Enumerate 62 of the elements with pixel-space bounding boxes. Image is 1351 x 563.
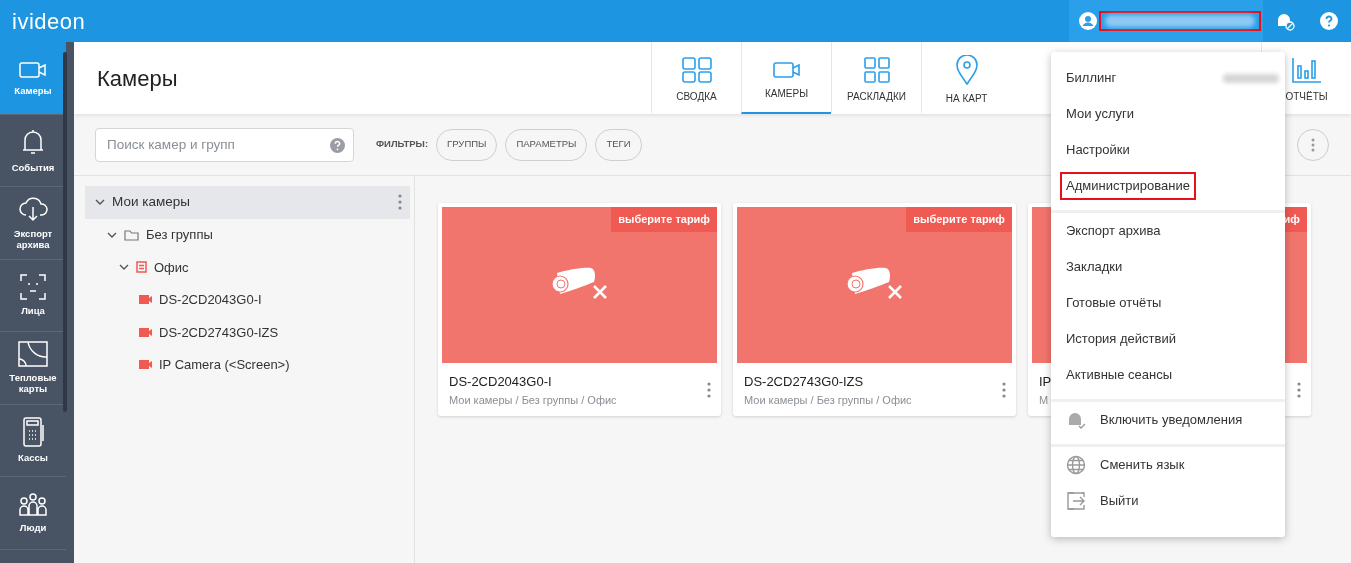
kebab-icon — [1002, 382, 1006, 398]
menu-item[interactable]: Включить уведомления — [1051, 402, 1285, 438]
chevron-down-icon[interactable] — [95, 199, 105, 206]
bar-chart-icon — [1291, 56, 1322, 83]
sidebar-item[interactable]: Кассы — [0, 404, 66, 477]
menu-item[interactable]: Закладки — [1051, 249, 1285, 285]
camera-path: Мои камеры / Без группы / Офис — [744, 392, 912, 408]
chevron-down-icon[interactable] — [119, 264, 129, 271]
page-title: Камеры — [96, 64, 178, 93]
help-icon — [1320, 12, 1338, 30]
nav-tab[interactable]: СВОДКА — [651, 42, 741, 114]
menu-item[interactable]: Настройки — [1051, 132, 1285, 168]
camera-icon — [772, 59, 801, 80]
kebab-icon — [1297, 382, 1301, 398]
exit-icon — [1066, 491, 1086, 511]
tree-item[interactable]: Офис — [154, 257, 189, 277]
kebab-icon — [398, 194, 402, 211]
user-icon — [1079, 12, 1097, 30]
list-icon — [136, 261, 147, 274]
filters-label: ФИЛЬТРЫ: — [376, 137, 429, 152]
cash-register-icon — [21, 417, 45, 448]
heatmap-icon — [18, 341, 48, 368]
help-icon — [330, 137, 345, 153]
blurred-amount — [1223, 73, 1279, 83]
menu-item[interactable]: История действий — [1051, 321, 1285, 357]
folder-icon — [124, 228, 139, 241]
tree-item[interactable]: Без группы — [146, 225, 213, 245]
camera-path: М — [1039, 392, 1049, 408]
menu-item[interactable]: Выйти — [1051, 483, 1285, 519]
grid-icon — [681, 56, 712, 83]
menu-item[interactable]: Администрирование — [1051, 168, 1285, 204]
camera-path: Мои камеры / Без группы / Офис — [449, 392, 617, 408]
nav-tab[interactable]: РАСКЛАДКИ — [831, 42, 921, 114]
account-area[interactable] — [1069, 0, 1263, 42]
cloud-download-icon — [18, 195, 48, 224]
face-frame-icon — [20, 274, 46, 301]
menu-item[interactable]: Активные сеансы — [1051, 357, 1285, 393]
globe-icon — [1066, 455, 1086, 475]
kebab-icon — [707, 382, 711, 398]
tree-item[interactable]: IP Camera (<Screen>) — [159, 355, 290, 375]
sidebar-item[interactable]: Люди — [0, 477, 66, 550]
kebab-icon — [1311, 137, 1315, 152]
nav-tab[interactable]: НА КАРТ — [921, 42, 1011, 114]
people-icon — [19, 492, 47, 517]
search-field[interactable]: Поиск камер и групп — [95, 127, 354, 162]
menu-item[interactable]: Готовые отчёты — [1051, 285, 1285, 321]
camera-icon — [139, 327, 152, 337]
camera-icon — [139, 295, 152, 305]
camera-icon — [19, 59, 47, 80]
nav-tab[interactable]: КАМЕРЫ — [741, 42, 831, 114]
map-pin-icon — [955, 54, 978, 85]
chevron-down-icon[interactable] — [107, 231, 117, 238]
camera-icon — [139, 360, 152, 370]
layout-icon — [863, 56, 890, 83]
bell-check-icon — [1066, 410, 1086, 430]
camera-name: DS-2CD2743G0-IZS — [744, 373, 864, 391]
tree-item[interactable]: DS-2CD2743G0-IZS — [159, 322, 279, 342]
camera-name: IP — [1039, 373, 1052, 391]
menu-item[interactable]: Сменить язык — [1051, 447, 1285, 483]
tree-item[interactable]: DS-2CD2043G0-I — [159, 290, 262, 310]
bell-muted-icon — [1275, 11, 1295, 31]
camera-name: DS-2CD2043G0-I — [449, 373, 552, 391]
